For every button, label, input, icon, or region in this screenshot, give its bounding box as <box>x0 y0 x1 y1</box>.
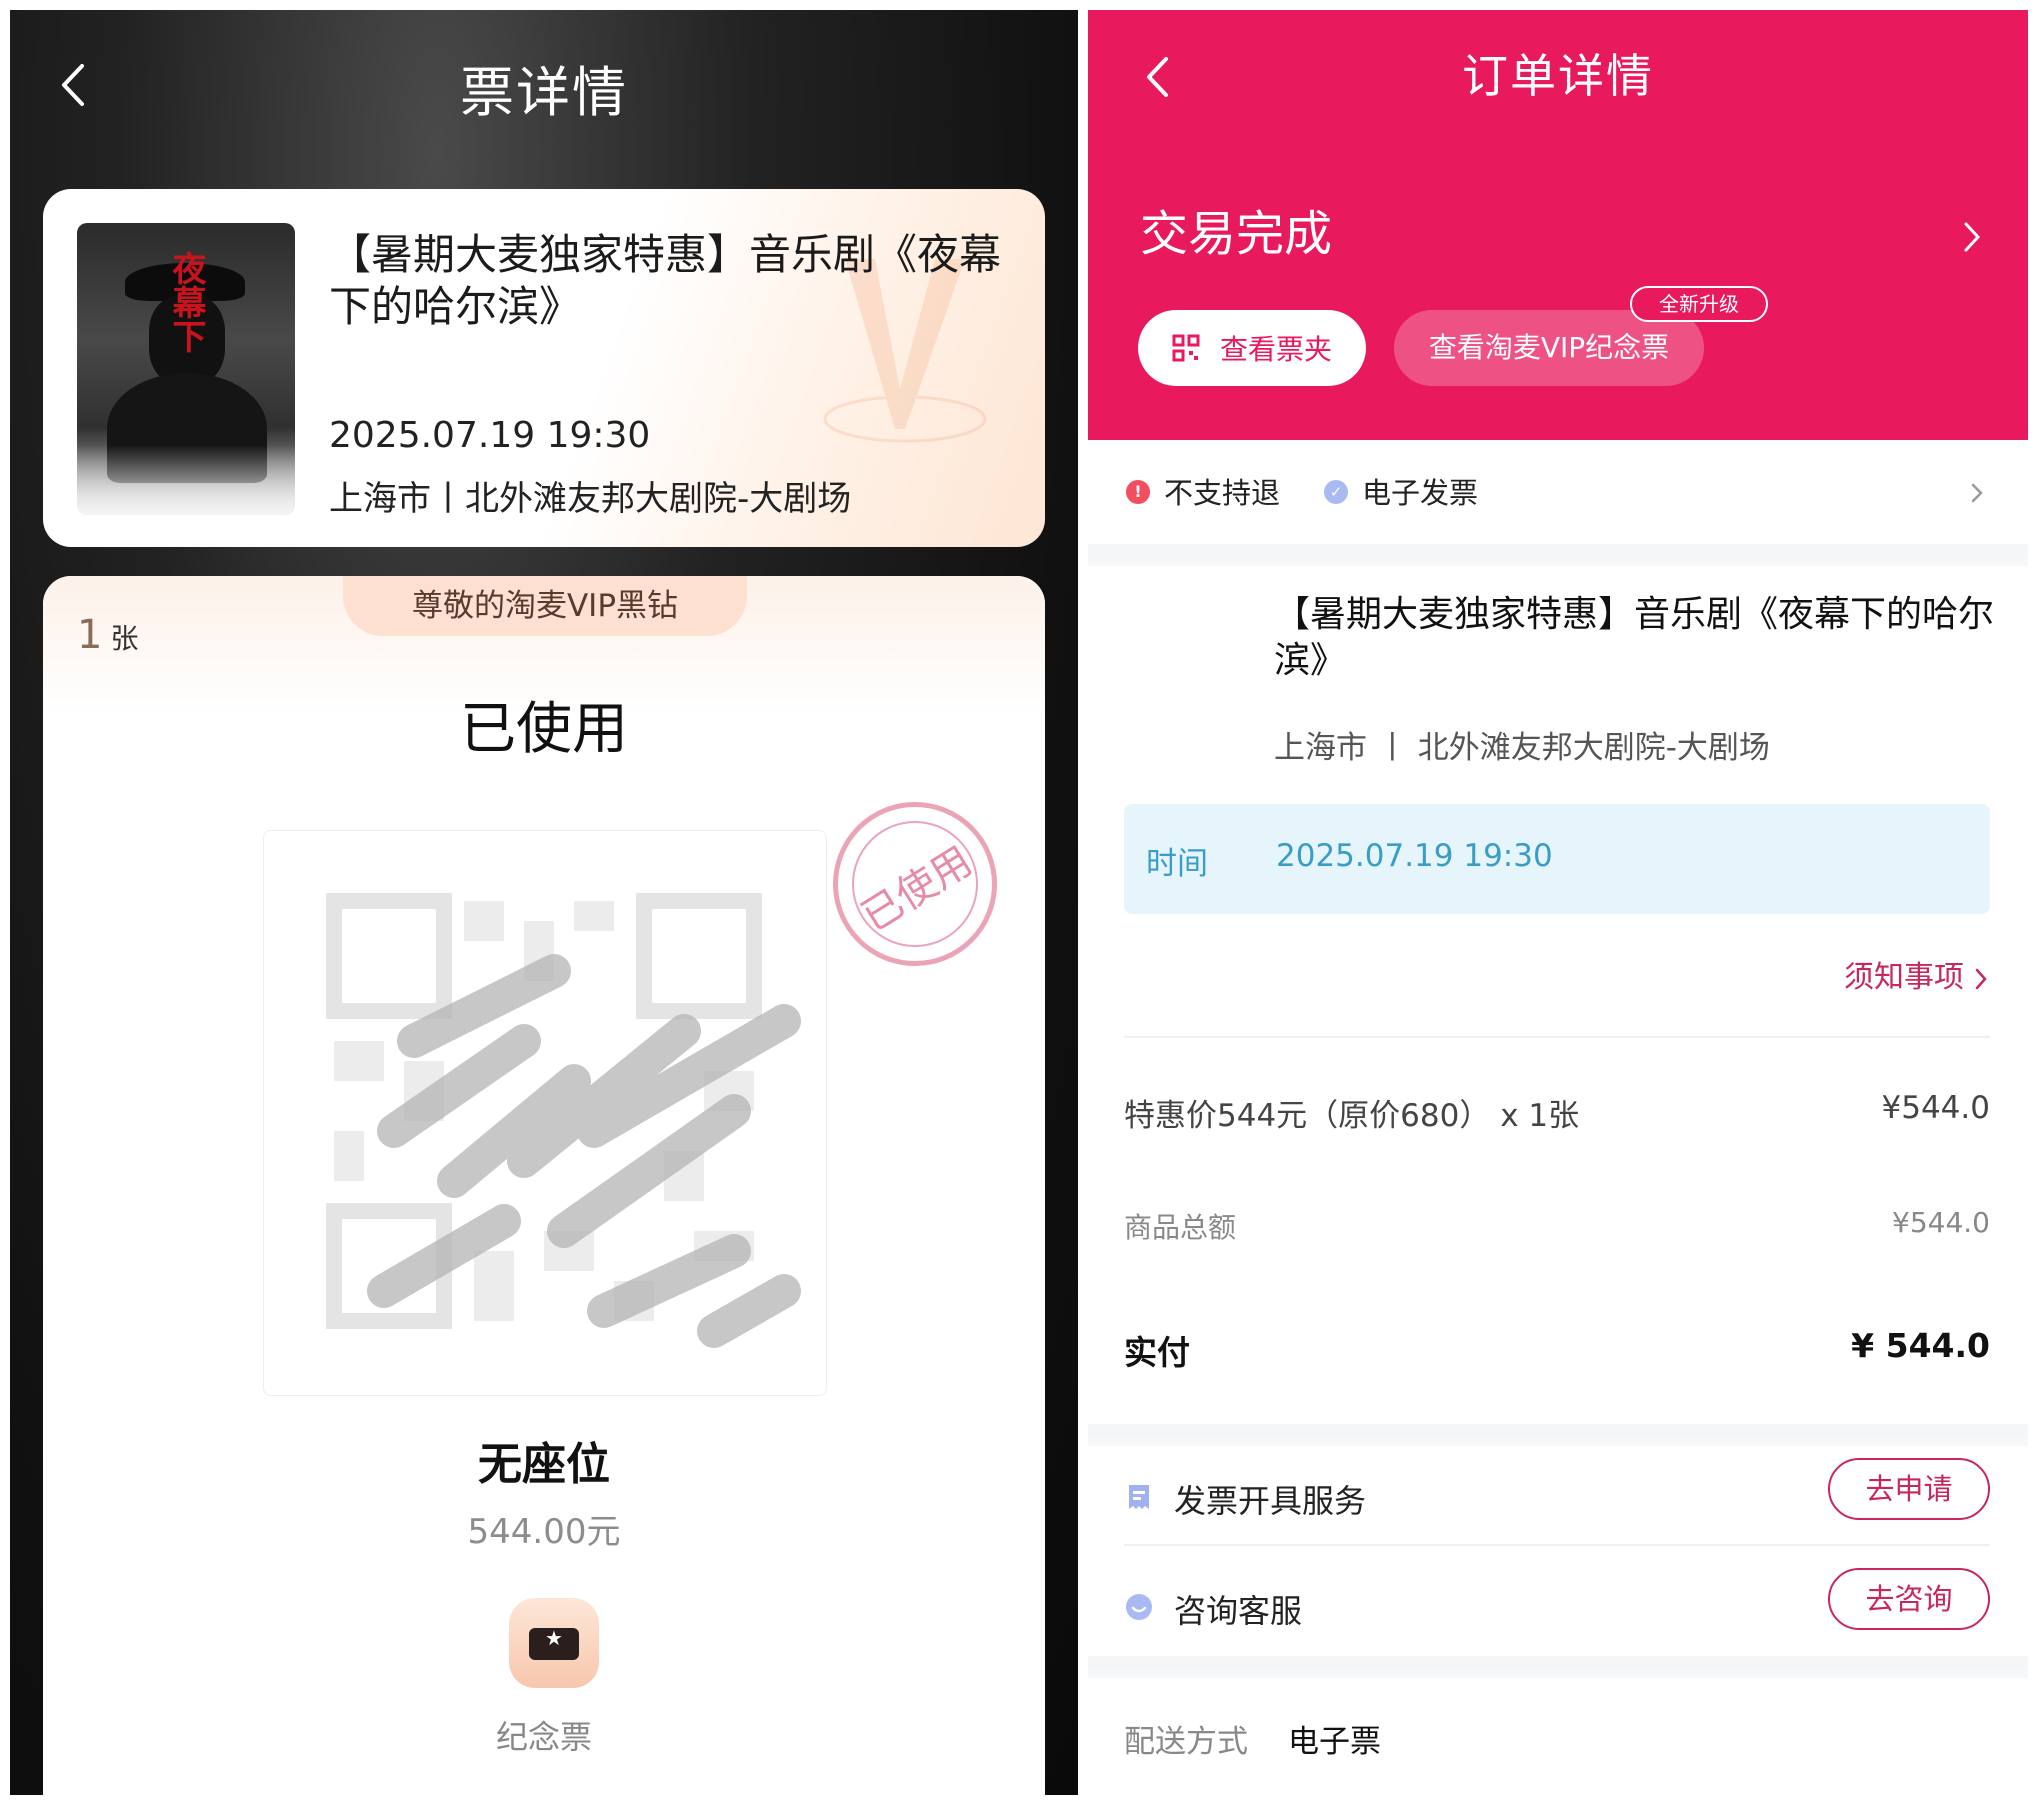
divider <box>1124 1036 1990 1038</box>
customer-service-label: 咨询客服 <box>1174 1592 1303 1630</box>
qr-code-icon <box>1172 334 1200 362</box>
subtotal-value: ¥544.0 <box>1892 1206 1990 1239</box>
invoice-icon <box>1129 1485 1149 1509</box>
invoice-service-row: 发票开具服务 去申请 <box>1124 1458 1990 1538</box>
view-ticket-wallet-label: 查看票夹 <box>1220 333 1333 366</box>
invoice-service-label: 发票开具服务 <box>1174 1482 1367 1520</box>
used-stamp: 已使用 <box>833 802 997 966</box>
delivery-value: 电子票 <box>1288 1724 1381 1760</box>
event-poster: 夜幕下 <box>77 223 295 515</box>
notice-link-label: 须知事项 <box>1844 960 1964 995</box>
customer-service-row: 咨询客服 去咨询 <box>1124 1568 1990 1648</box>
ticket-qr-code <box>263 830 827 1396</box>
price-item-value: ¥544.0 <box>1881 1090 1990 1126</box>
refund-policy: 不支持退 <box>1164 476 1281 510</box>
ticket-count-unit: 张 <box>110 622 139 655</box>
new-upgrade-badge: 全新升级 <box>1630 286 1768 322</box>
page-title: 票详情 <box>460 61 628 124</box>
notice-link[interactable]: 须知事项 <box>1844 952 1988 996</box>
section-divider <box>1088 1656 2028 1678</box>
order-header: 订单详情 交易完成 查看票夹 查看淘麦VIP纪念票 全新升级 <box>1088 10 2028 440</box>
ticket-detail-screen: 票详情 夜幕下 【暑期大麦独家特惠】音乐剧《夜幕下的哈尔滨》 2025.07.1… <box>10 10 1078 1795</box>
divider <box>1124 1544 1990 1546</box>
delivery-label: 配送方式 <box>1124 1724 1248 1760</box>
show-time-box: 时间 2025.07.19 19:30 <box>1124 804 1990 914</box>
chevron-right-icon <box>1971 483 1983 503</box>
order-status[interactable]: 交易完成 <box>1140 194 1332 264</box>
order-detail-screen: 订单详情 交易完成 查看票夹 查看淘麦VIP纪念票 全新升级 ! 不支持退 ✓ … <box>1088 10 2028 1795</box>
event-venue: 上海市丨北外滩友邦大剧院-大剧场 <box>329 479 852 519</box>
page-title: 订单详情 <box>1462 49 1654 103</box>
check-circle-icon: ✓ <box>1324 480 1348 504</box>
souvenir-ticket-button[interactable]: ★ <box>509 1598 599 1688</box>
invoice-type: 电子发票 <box>1362 476 1479 510</box>
chevron-right-icon[interactable] <box>1962 220 1982 254</box>
vip-member-tag: 尊敬的淘麦VIP黑钻 <box>343 576 747 636</box>
paid-label: 实付 <box>1124 1333 1190 1372</box>
ticket-count-number: 1 <box>77 612 103 658</box>
delivery-row: 配送方式 电子票 <box>1124 1716 1381 1761</box>
event-card[interactable]: 夜幕下 【暑期大麦独家特惠】音乐剧《夜幕下的哈尔滨》 2025.07.19 19… <box>43 189 1045 547</box>
warning-icon: ! <box>1126 480 1150 504</box>
section-divider <box>1088 1424 2028 1446</box>
consult-button[interactable]: 去咨询 <box>1828 1568 1990 1630</box>
screenshot-frame: 票详情 夜幕下 【暑期大麦独家特惠】音乐剧《夜幕下的哈尔滨》 2025.07.1… <box>0 0 2037 1805</box>
section-divider <box>1088 544 2028 566</box>
show-time-label: 时间 <box>1146 846 1208 882</box>
view-ticket-wallet-button[interactable]: 查看票夹 <box>1138 310 1366 386</box>
seat-info: 无座位 <box>478 1439 610 1490</box>
show-venue: 上海市 丨 北外滩友邦大剧院-大剧场 <box>1274 730 1770 766</box>
event-datetime: 2025.07.19 19:30 <box>329 415 651 456</box>
ticket-status: 已使用 <box>460 697 628 762</box>
souvenir-ticket-label[interactable]: 纪念票 <box>43 1712 1045 1758</box>
ticket-card: 尊敬的淘麦VIP黑钻 1张 已使用 已使用 无座位 544.00元 ★ 纪念票 <box>43 576 1045 1795</box>
ticket-price: 544.00元 <box>467 1512 621 1552</box>
subtotal-label: 商品总额 <box>1124 1211 1237 1244</box>
paid-value: ¥ 544.0 <box>1851 1326 1990 1365</box>
order-policy-row[interactable]: ! 不支持退 ✓ 电子发票 <box>1088 440 2028 544</box>
event-title: 【暑期大麦独家特惠】音乐剧《夜幕下的哈尔滨》 <box>329 230 1002 331</box>
price-item-label: 特惠价544元（原价680） x 1张 <box>1124 1098 1580 1134</box>
chevron-right-icon <box>1975 968 1987 989</box>
apply-invoice-button[interactable]: 去申请 <box>1828 1458 1990 1520</box>
show-title[interactable]: 【暑期大麦独家特惠】音乐剧《夜幕下的哈尔滨》 <box>1274 592 1994 684</box>
chat-bubble-icon <box>1126 1594 1152 1620</box>
ticket-count: 1张 <box>77 612 138 658</box>
show-time-value: 2025.07.19 19:30 <box>1276 838 1553 874</box>
